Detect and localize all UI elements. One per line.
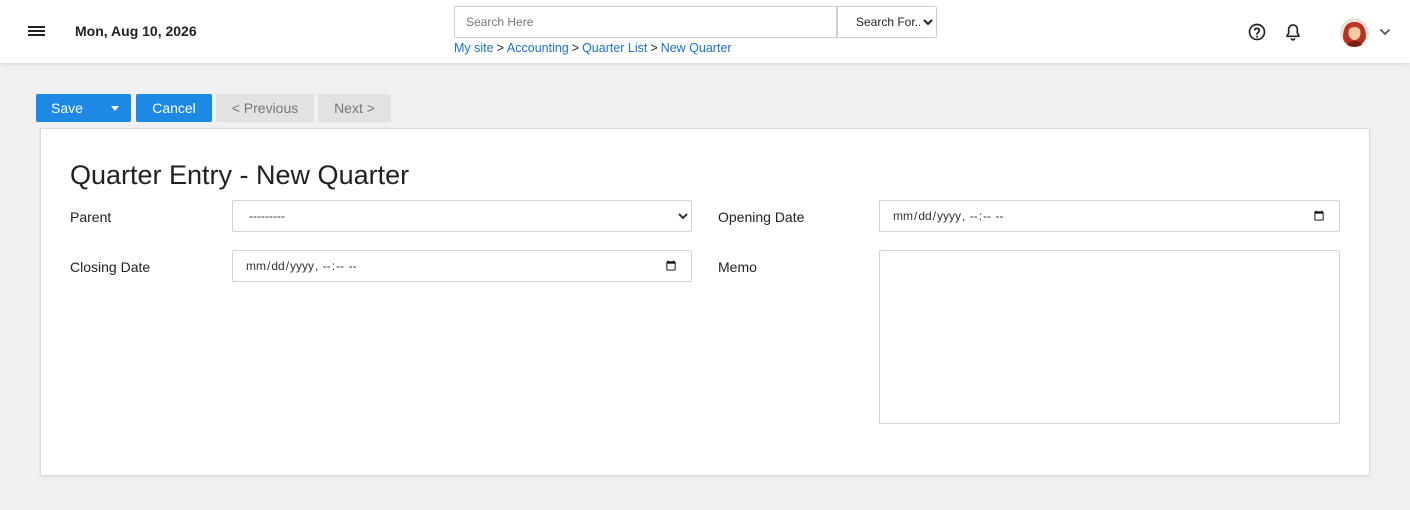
breadcrumb-quarter-list[interactable]: Quarter List (582, 41, 647, 55)
avatar-image (1340, 18, 1369, 47)
breadcrumb: My site > Accounting > Quarter List > New Quar… (454, 41, 732, 55)
top-bar: Mon, Aug 10, 2026 Search For... My site>… (0, 0, 1410, 63)
menu-icon[interactable] (28, 24, 45, 38)
breadcrumb-new-quarter[interactable]: New Quarter (661, 41, 732, 55)
bell-icon[interactable] (1283, 22, 1303, 42)
current-date: Mon, Aug 10, 2026 (75, 23, 197, 39)
next-button[interactable]: Next > (318, 94, 391, 122)
page-title: Quarter Entry - New Quarter (70, 160, 410, 190)
search-for-select[interactable]: Search For... (837, 6, 937, 38)
help-icon[interactable] (1247, 22, 1267, 42)
chevron-down-icon[interactable] (1378, 26, 1392, 38)
caret-down-icon (110, 105, 119, 111)
save-button[interactable]: Save (36, 94, 98, 122)
breadcrumb-separator: > (650, 41, 658, 55)
memo-textarea[interactable] (879, 250, 1340, 424)
avatar[interactable] (1340, 18, 1369, 47)
cancel-button[interactable]: Cancel (136, 94, 212, 122)
parent-select[interactable]: --------- (232, 200, 692, 232)
opening-date-label: Opening Date (718, 209, 805, 225)
closing-date-label: Closing Date (70, 259, 151, 275)
breadcrumb-separator: > (571, 41, 580, 55)
search-input[interactable] (454, 6, 837, 38)
closing-date-input[interactable] (232, 250, 692, 282)
breadcrumb-accounting[interactable]: Accounting (507, 41, 569, 55)
opening-date-input[interactable] (879, 200, 1340, 232)
memo-label: Memo (718, 259, 757, 275)
breadcrumb-my-site[interactable]: My site (454, 41, 494, 55)
breadcrumb-separator: > (496, 41, 504, 55)
previous-button[interactable]: < Previous (216, 94, 314, 122)
parent-label: Parent (70, 209, 112, 225)
save-options-button[interactable] (98, 94, 131, 122)
quarter-entry-card: Quarter Entry - New Quarter Parent -----… (40, 128, 1370, 476)
